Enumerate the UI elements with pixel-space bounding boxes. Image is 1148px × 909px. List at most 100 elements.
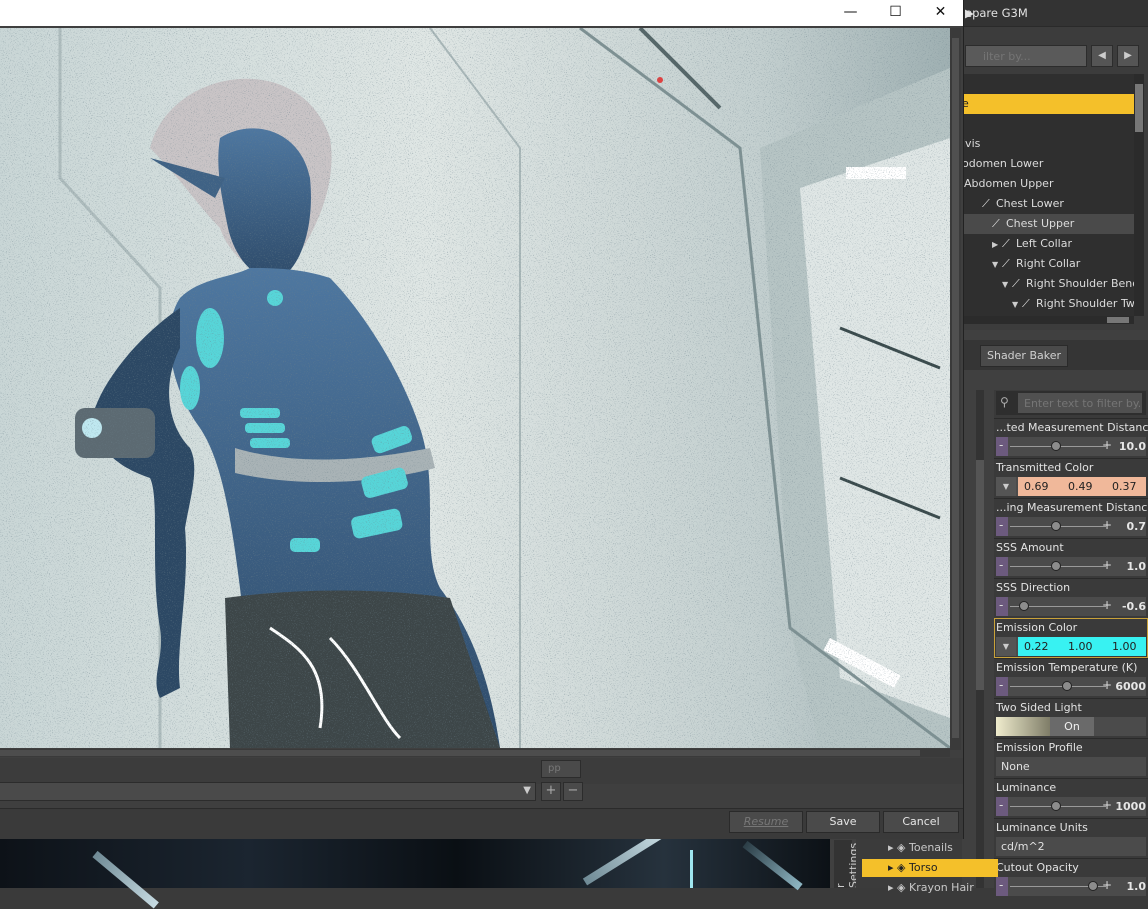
tree-item[interactable]: ▼⟋ Right Shoulder Twist: [962, 294, 1134, 314]
tree-hscroll-thumb[interactable]: [1107, 317, 1129, 323]
nav-next-button[interactable]: ▶: [1117, 45, 1139, 67]
bone-icon: ⟋: [982, 197, 990, 210]
slider-knob[interactable]: [1051, 801, 1061, 811]
tree-item-label: Abdomen Upper: [964, 177, 1054, 190]
texture-map-icon[interactable]: ▼: [996, 637, 1016, 656]
tree-item[interactable]: e: [962, 94, 1134, 114]
color-picker[interactable]: ▼ 0.22 1.00 1.00: [996, 637, 1146, 656]
material-icon: ▸ ◈: [888, 861, 909, 874]
slider-knob[interactable]: [1051, 521, 1061, 531]
scene-filter-input[interactable]: [966, 46, 1086, 66]
panel-menu-icon[interactable]: ▶: [965, 6, 1146, 20]
property-slider[interactable]: - +1000: [996, 797, 1146, 816]
expand-down-icon[interactable]: ▼: [1012, 295, 1022, 315]
increment-icon[interactable]: +: [1102, 678, 1112, 692]
cancel-button[interactable]: Cancel: [883, 811, 959, 833]
color-channel-value: 0.49: [1068, 480, 1093, 493]
decrement-icon[interactable]: -: [999, 598, 1003, 612]
format-select[interactable]: pp: [541, 760, 581, 778]
tree-item[interactable]: lvis: [962, 134, 1134, 154]
chevron-down-icon[interactable]: ▼: [996, 477, 1016, 496]
add-button[interactable]: +: [541, 782, 561, 801]
decrement-icon[interactable]: -: [999, 438, 1003, 452]
slider-knob[interactable]: [1087, 881, 1098, 891]
color-channel-value: 0.22: [1024, 640, 1049, 653]
bone-icon: ⟋: [1022, 297, 1030, 310]
property-slider[interactable]: - +10.0: [996, 437, 1146, 456]
side-tab-label[interactable]: r Settings: [834, 840, 860, 888]
tree-scrollbar[interactable]: [1134, 74, 1144, 316]
increment-icon[interactable]: +: [1102, 878, 1112, 892]
increment-icon[interactable]: +: [1102, 558, 1112, 572]
material-icon: ▸ ◈: [888, 841, 909, 854]
decrement-icon[interactable]: -: [999, 518, 1003, 532]
tree-item[interactable]: ▼ ⟋ Right Shoulder Bend: [962, 274, 1134, 294]
render-hscrollbar[interactable]: [0, 749, 950, 757]
color-channel-value: 0.37: [1112, 480, 1137, 493]
expand-right-icon[interactable]: ▶: [992, 235, 1002, 255]
maximize-button[interactable]: ☐: [873, 0, 918, 26]
close-button[interactable]: ✕: [918, 0, 963, 26]
decrement-icon[interactable]: -: [999, 558, 1003, 572]
tree-scroll-thumb[interactable]: [1135, 84, 1143, 132]
surface-item[interactable]: ▸ ◈ Toenails: [862, 839, 998, 857]
increment-icon[interactable]: +: [1102, 518, 1112, 532]
surface-item[interactable]: ▸ ◈ Torso: [862, 859, 998, 877]
property-dropdown[interactable]: None: [996, 757, 1146, 776]
tree-item[interactable]: ⟋ Chest Upper: [962, 214, 1134, 234]
tree-item[interactable]: odomen Lower: [962, 154, 1134, 174]
color-swatch[interactable]: 0.22 1.00 1.00: [1018, 637, 1146, 656]
slider-knob[interactable]: [1018, 601, 1029, 611]
decrement-icon[interactable]: -: [999, 798, 1003, 812]
decrement-icon[interactable]: -: [999, 878, 1003, 892]
increment-icon[interactable]: +: [1102, 798, 1112, 812]
property-scrollbar[interactable]: [976, 390, 984, 888]
surface-item[interactable]: ▸ ◈ Krayon Hair: [862, 879, 998, 897]
property-row: ...ted Measurement Distance - +10.0: [994, 418, 1148, 458]
render-hscroll-thumb[interactable]: [0, 750, 920, 756]
save-button[interactable]: Save: [806, 811, 880, 833]
nav-prev-button[interactable]: ◀: [1091, 45, 1113, 67]
increment-icon[interactable]: +: [1102, 438, 1112, 452]
toggle-switch[interactable]: On: [996, 717, 1146, 736]
tree-item[interactable]: ▼ ⟋ Right Collar: [962, 254, 1134, 274]
remove-button[interactable]: −: [563, 782, 583, 801]
resume-button[interactable]: Resume: [729, 811, 803, 833]
property-slider[interactable]: - +6000: [996, 677, 1146, 696]
slider-knob[interactable]: [1051, 561, 1061, 571]
scene-filter-box[interactable]: [965, 45, 1087, 67]
property-slider[interactable]: - + -0.6: [996, 597, 1146, 616]
scene-tree: e lvis odomen Lower Abdomen Upper ⟋ Chest Low…: [962, 74, 1134, 316]
property-filter-input[interactable]: [1018, 393, 1142, 413]
slider-knob[interactable]: [1062, 681, 1073, 691]
scene-panel-title: epare G3M ▶: [962, 0, 1148, 27]
expand-down-icon[interactable]: ▼: [992, 255, 1002, 275]
render-vscroll-thumb[interactable]: [952, 38, 959, 738]
slider-knob[interactable]: [1051, 441, 1061, 451]
tree-item[interactable]: Abdomen Upper: [962, 174, 1134, 194]
property-slider[interactable]: - +0.7: [996, 517, 1146, 536]
tree-item[interactable]: ⟋ Chest Lower: [962, 194, 1134, 214]
tree-item[interactable]: ▶ ⟋ Left Collar: [962, 234, 1134, 254]
toggle-state[interactable]: On: [1050, 717, 1094, 736]
property-slider[interactable]: - +1.0: [996, 877, 1146, 896]
expand-down-icon[interactable]: ▼: [1002, 275, 1012, 295]
property-label: ...ted Measurement Distance: [996, 421, 1148, 434]
render-dialog: — ☐ ✕ pp ▼ + − Resume Save Cancel: [0, 0, 964, 839]
tree-hscrollbar[interactable]: [962, 316, 1134, 324]
increment-icon[interactable]: +: [1102, 598, 1112, 612]
property-label: Emission Profile: [996, 741, 1083, 754]
property-scroll-thumb[interactable]: [976, 460, 984, 690]
property-value: 1000: [1115, 800, 1146, 813]
preset-select[interactable]: ▼: [0, 782, 536, 801]
decrement-icon[interactable]: -: [999, 678, 1003, 692]
property-dropdown[interactable]: cd/m^2: [996, 837, 1146, 856]
minimize-button[interactable]: —: [828, 0, 873, 26]
render-vscrollbar[interactable]: [950, 28, 961, 750]
slider-track[interactable]: [1010, 686, 1106, 687]
bone-icon: ⟋: [1012, 277, 1020, 290]
property-slider[interactable]: - +1.0: [996, 557, 1146, 576]
tab-shader-baker[interactable]: Shader Baker: [980, 345, 1068, 367]
color-picker[interactable]: ▼ 0.69 0.49 0.37: [996, 477, 1146, 496]
color-swatch[interactable]: 0.69 0.49 0.37: [1018, 477, 1146, 496]
